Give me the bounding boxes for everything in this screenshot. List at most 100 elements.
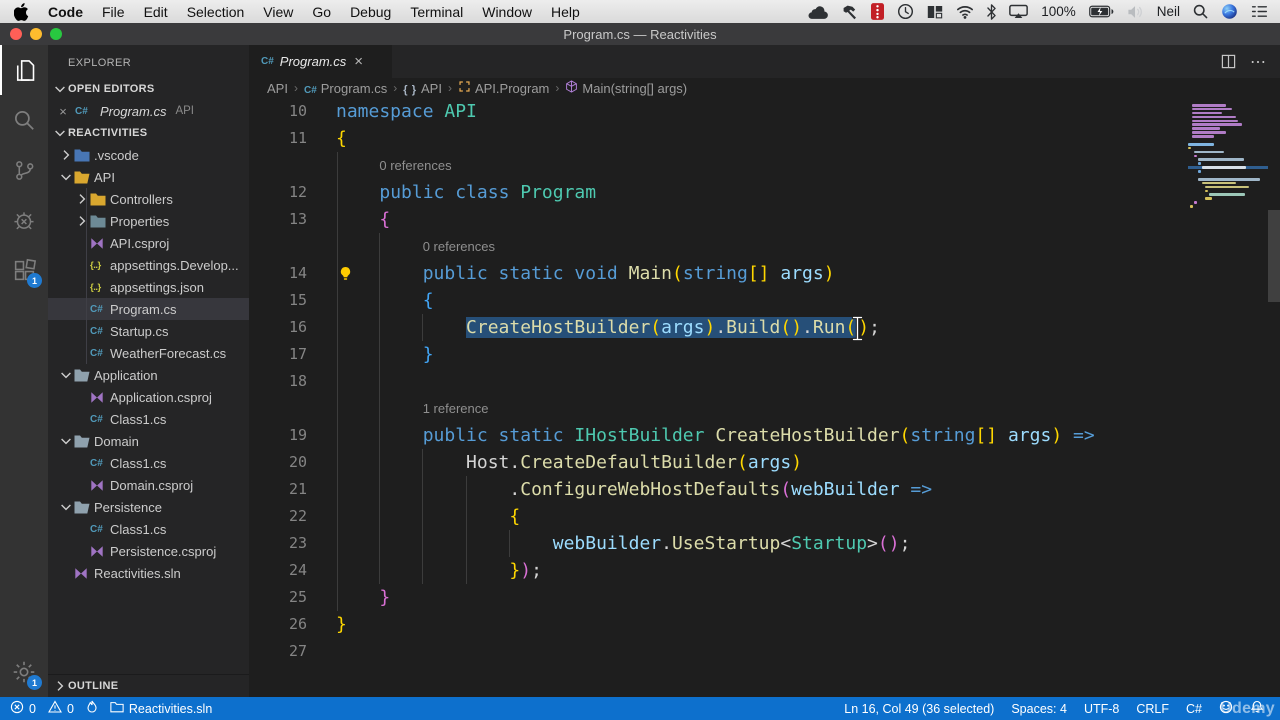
apple-menu-icon[interactable] <box>14 2 29 21</box>
airplay-icon[interactable] <box>1009 4 1029 19</box>
battery-charging-icon[interactable] <box>1088 5 1114 18</box>
status-folder[interactable]: Reactivities.sln <box>110 701 212 716</box>
tree-item-startup-cs[interactable]: C# Startup.cs <box>48 320 249 342</box>
tree-item-class1-cs[interactable]: C# Class1.cs <box>48 518 249 540</box>
outline-header[interactable]: OUTLINE <box>48 675 249 697</box>
code-line[interactable]: 24 }); <box>249 557 1280 584</box>
status-flame[interactable] <box>86 700 98 717</box>
menu-go[interactable]: Go <box>312 4 331 20</box>
tree-item-application-csproj[interactable]: Application.csproj <box>48 386 249 408</box>
activity-search[interactable] <box>0 95 48 145</box>
code-line[interactable]: 22 { <box>249 503 1280 530</box>
code-area[interactable]: 10 namespace API 11 { 0 references 12 public … <box>249 98 1280 697</box>
code-line[interactable]: 27 <box>249 638 1280 665</box>
code-line[interactable]: 26} <box>249 611 1280 638</box>
code-line[interactable]: 12 public class Program <box>249 179 1280 206</box>
notification-list-icon[interactable] <box>1251 5 1268 18</box>
tree-item-domain-csproj[interactable]: Domain.csproj <box>48 474 249 496</box>
status-ln[interactable]: Ln 16, Col 49 (36 selected) <box>844 702 994 716</box>
activity-source-control[interactable] <box>0 145 48 195</box>
hammer-icon[interactable] <box>842 4 858 20</box>
split-editor-icon[interactable] <box>1221 54 1236 69</box>
breadcrumb-item[interactable]: { } API <box>403 81 442 96</box>
codelens-label[interactable]: 1 reference <box>423 401 489 416</box>
tree-item-appsettings-json[interactable]: {..} appsettings.json <box>48 276 249 298</box>
window-manager-icon[interactable] <box>927 4 943 20</box>
code-line[interactable]: 17 } <box>249 341 1280 368</box>
tree-item-api-csproj[interactable]: API.csproj <box>48 232 249 254</box>
volume-muted-icon[interactable] <box>1127 5 1144 19</box>
tree-item-weatherforecast-cs[interactable]: C# WeatherForecast.cs <box>48 342 249 364</box>
open-editor-item[interactable]: × C# Program.cs API <box>48 100 249 122</box>
code-line[interactable]: 15 { <box>249 287 1280 314</box>
status-crlf[interactable]: CRLF <box>1136 702 1169 716</box>
tree-item--vscode[interactable]: .vscode <box>48 144 249 166</box>
codelens-label[interactable]: 0 references <box>379 158 451 173</box>
menu-selection[interactable]: Selection <box>187 4 245 20</box>
breadcrumb-item[interactable]: API.Program <box>458 80 549 96</box>
status-bell[interactable] <box>1250 700 1264 717</box>
code-line[interactable]: 25 } <box>249 584 1280 611</box>
menu-code[interactable]: Code <box>48 4 83 20</box>
code-line[interactable]: 10 namespace API <box>249 98 1280 125</box>
menu-window[interactable]: Window <box>482 4 532 20</box>
code-line[interactable]: 18 <box>249 368 1280 395</box>
tree-item-application[interactable]: Application <box>48 364 249 386</box>
tree-item-persistence-csproj[interactable]: Persistence.csproj <box>48 540 249 562</box>
status-spaces[interactable]: Spaces: 4 <box>1011 702 1067 716</box>
breadcrumb-item[interactable]: Main(string[] args) <box>565 80 687 96</box>
status-error[interactable]: 0 <box>10 700 36 717</box>
tree-item-class1-cs[interactable]: C# Class1.cs <box>48 408 249 430</box>
status-utf8[interactable]: UTF-8 <box>1084 702 1119 716</box>
status-warning[interactable]: 0 <box>48 700 74 717</box>
tree-item-api[interactable]: API <box>48 166 249 188</box>
tree-item-reactivities-sln[interactable]: Reactivities.sln <box>48 562 249 584</box>
breadcrumb-item[interactable]: API <box>267 81 288 96</box>
siri-icon[interactable] <box>1221 3 1238 20</box>
tree-item-properties[interactable]: Properties <box>48 210 249 232</box>
tree-item-domain[interactable]: Domain <box>48 430 249 452</box>
close-tab-icon[interactable]: × <box>354 53 363 70</box>
menu-file[interactable]: File <box>102 4 125 20</box>
code-line[interactable]: 19 public static IHostBuilder CreateHost… <box>249 422 1280 449</box>
menu-debug[interactable]: Debug <box>350 4 391 20</box>
minimap[interactable] <box>1188 104 1268 209</box>
workspace-header[interactable]: REACTIVITIES <box>48 122 249 144</box>
breadcrumb-item[interactable]: C# Program.cs <box>304 81 387 96</box>
code-line[interactable]: 21 .ConfigureWebHostDefaults(webBuilder … <box>249 476 1280 503</box>
bluetooth-icon[interactable] <box>987 3 996 20</box>
menu-view[interactable]: View <box>263 4 293 20</box>
code-line[interactable]: 11 { <box>249 125 1280 152</box>
activity-run-debug[interactable] <box>0 195 48 245</box>
menu-terminal[interactable]: Terminal <box>410 4 463 20</box>
time-machine-icon[interactable] <box>897 3 914 20</box>
activity-extensions[interactable]: 1 <box>0 245 48 295</box>
code-line[interactable]: 23 webBuilder.UseStartup<Startup>(); <box>249 530 1280 557</box>
window-title-bar[interactable]: Program.cs — Reactivities <box>0 23 1280 45</box>
film-icon[interactable] <box>871 3 885 20</box>
tree-item-class1-cs[interactable]: C# Class1.cs <box>48 452 249 474</box>
editor-scrollbar-thumb[interactable] <box>1268 210 1280 302</box>
activity-manage[interactable]: 1 <box>0 647 48 697</box>
code-line[interactable]: 20 Host.CreateDefaultBuilder(args) <box>249 449 1280 476</box>
tab-program-cs[interactable]: C# Program.cs × <box>249 45 392 78</box>
tree-item-persistence[interactable]: Persistence <box>48 496 249 518</box>
lightbulb-icon[interactable] <box>338 266 353 286</box>
tree-item-appsettings-develop-[interactable]: {..} appsettings.Develop... <box>48 254 249 276</box>
menu-help[interactable]: Help <box>551 4 580 20</box>
code-line[interactable]: 16 CreateHostBuilder(args).Build().Run()… <box>249 314 1280 341</box>
tree-item-program-cs[interactable]: C# Program.cs <box>48 298 249 320</box>
code-line[interactable]: 14 public static void Main(string[] args… <box>249 260 1280 287</box>
more-actions-icon[interactable]: ⋯ <box>1250 52 1266 72</box>
codelens-label[interactable]: 0 references <box>423 239 495 254</box>
tree-item-controllers[interactable]: Controllers <box>48 188 249 210</box>
cloud-icon[interactable] <box>807 4 829 19</box>
menu-edit[interactable]: Edit <box>144 4 168 20</box>
code-line[interactable]: 13 { <box>249 206 1280 233</box>
activity-explorer[interactable] <box>0 45 48 95</box>
close-editor-icon[interactable]: × <box>56 104 70 119</box>
status-c[interactable]: C# <box>1186 702 1202 716</box>
wifi-icon[interactable] <box>956 5 974 19</box>
open-editors-header[interactable]: OPEN EDITORS <box>48 78 249 100</box>
status-feedback[interactable] <box>1219 700 1233 717</box>
